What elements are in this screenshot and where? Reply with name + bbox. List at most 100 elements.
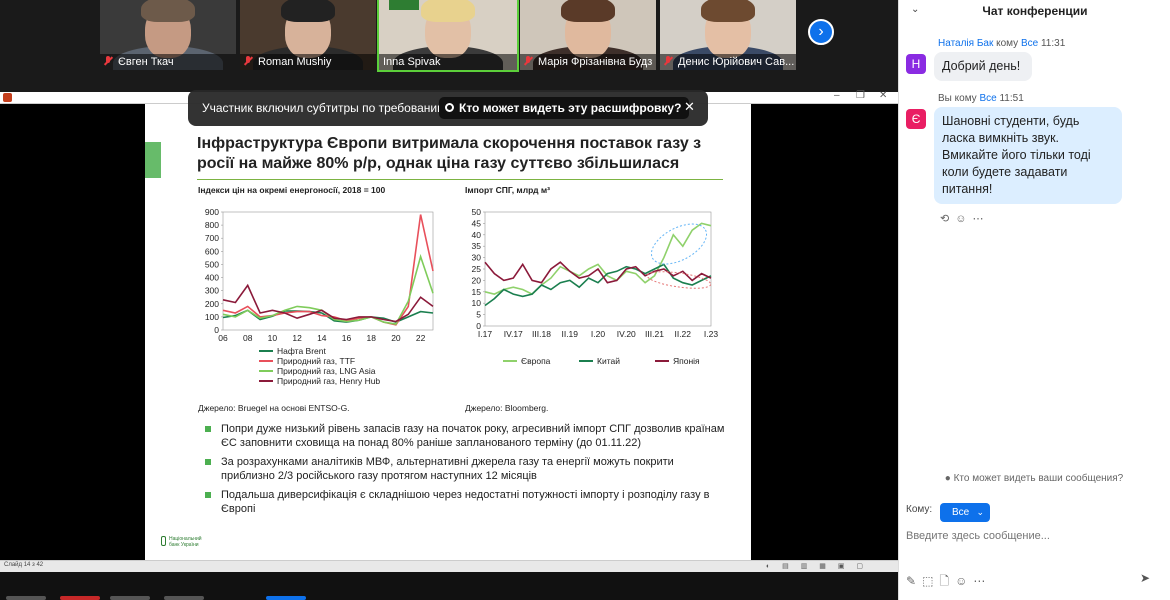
slide-counter: Слайд 14 з 42 <box>4 562 44 568</box>
logo-line: банк України <box>169 542 199 548</box>
taskbar-item[interactable] <box>164 596 204 600</box>
right-chart-source: Джерело: Bloomberg. <box>465 403 549 413</box>
legend-label: Природний газ, TTF <box>277 356 355 366</box>
y-tick-label: 600 <box>205 246 219 256</box>
video-tile-1[interactable]: Євген Ткач <box>100 0 236 70</box>
participant-name: Roman Mushiy <box>258 56 332 68</box>
avatar: Н <box>906 54 926 74</box>
captions-notification-text: Участник включил субтитры по требованию <box>202 101 447 115</box>
x-tick-label: 20 <box>391 333 401 343</box>
chat-header: ⌄ Чат конференции <box>899 0 1170 22</box>
emoji-icon[interactable]: ☺ <box>955 574 973 588</box>
powerpoint-icon <box>3 93 12 102</box>
legend-label: Природний газ, Henry Hub <box>277 376 380 386</box>
message-bubble: Добрий день! <box>934 52 1032 81</box>
y-tick-label: 45 <box>472 218 482 228</box>
reply-icon[interactable]: ⟲ <box>940 213 955 225</box>
y-tick-label: 700 <box>205 233 219 243</box>
message-bubble: Шановні студенти, будь ласка вимкніть зв… <box>934 107 1122 204</box>
x-tick-label: 08 <box>243 333 253 343</box>
sender-name: Вы <box>938 93 952 104</box>
x-tick-label: 16 <box>342 333 352 343</box>
legend-label: Природний газ, LNG Asia <box>277 366 376 376</box>
y-tick-label: 200 <box>205 299 219 309</box>
legend-label: Японія <box>673 356 700 366</box>
y-tick-label: 5 <box>476 310 481 320</box>
x-tick-label: 10 <box>268 333 278 343</box>
gallery-next-page-button[interactable]: › <box>808 19 834 45</box>
avatar-letter: Є <box>911 112 921 126</box>
x-tick-label: 22 <box>416 333 426 343</box>
chat-message-input[interactable] <box>906 530 1156 542</box>
taskbar-item[interactable] <box>266 596 306 600</box>
send-icon[interactable]: ➤ <box>1140 571 1150 585</box>
format-icon[interactable]: ✎ <box>906 574 922 588</box>
right-chart-title: Імпорт СПГ, млрд м³ <box>465 185 550 195</box>
participant-name: Марія Фрізанівна Будз <box>538 56 653 68</box>
who-can-see-messages[interactable]: ● Кто может видеть ваши сообщения? <box>898 473 1170 484</box>
video-tile-2[interactable]: Roman Mushiy <box>240 0 376 70</box>
slide: Інфраструктура Європи витримала скорочен… <box>145 104 751 560</box>
close-window-icon[interactable]: ✕ <box>879 90 887 101</box>
y-tick-label: 300 <box>205 286 219 296</box>
participant-name: Inna Spivak <box>383 56 441 68</box>
y-tick-label: 15 <box>472 287 482 297</box>
message-time: 11:51 <box>999 93 1024 104</box>
x-tick-label: II.22 <box>674 329 691 339</box>
to-label: Кому: <box>906 504 933 515</box>
recipient[interactable]: Все <box>979 93 996 104</box>
x-tick-label: II.19 <box>561 329 578 339</box>
y-tick-label: 20 <box>472 275 482 285</box>
chat-panel: ⌄ Чат конференции <box>898 0 1170 600</box>
who-can-see-transcript-button[interactable]: Кто может видеть эту расшифровку? <box>439 97 690 119</box>
y-tick-label: 800 <box>205 220 219 230</box>
sender-name[interactable]: Наталія Бак <box>938 38 993 49</box>
person-icon: ● <box>944 473 951 484</box>
legend-label: Нафта Brent <box>277 346 327 356</box>
x-tick-label: I.20 <box>591 329 605 339</box>
minimize-icon[interactable]: – <box>834 90 840 101</box>
participant-name: Євген Ткач <box>118 56 174 68</box>
chevron-right-icon: › <box>818 23 824 40</box>
view-mode-icons[interactable]: ◐ ▤ ▥ ▦ ▣ ▢ <box>766 562 868 570</box>
slide-stage: Інфраструктура Європи витримала скорочен… <box>0 104 898 560</box>
bullet-item: Попри дуже низький рівень запасів газу н… <box>205 422 725 450</box>
y-tick-label: 40 <box>472 230 482 240</box>
video-tile-4[interactable]: Марія Фрізанівна Будз <box>520 0 656 70</box>
slide-title: Інфраструктура Європи витримала скорочен… <box>197 135 702 172</box>
x-tick-label: III.18 <box>532 329 551 339</box>
restore-icon[interactable]: ❐ <box>856 90 865 101</box>
taskbar-item[interactable] <box>60 596 100 600</box>
message-meta: Наталія Бак кому Все 11:31 <box>938 38 1065 49</box>
x-tick-label: III.21 <box>645 329 664 339</box>
recipient-value: Все <box>952 507 970 518</box>
x-tick-label: 18 <box>367 333 377 343</box>
mic-muted-icon <box>664 56 672 66</box>
file-icon[interactable]: 🗋 <box>939 574 955 588</box>
video-tile-3-active-speaker[interactable]: Inna Spivak <box>377 0 519 72</box>
close-icon[interactable]: ✕ <box>684 99 695 115</box>
bullet-item: За розрахунками аналітиків МВФ, альтерна… <box>205 455 725 483</box>
x-tick-label: I.23 <box>704 329 718 339</box>
more-icon[interactable]: ⋯ <box>972 213 989 225</box>
recipient-dropdown[interactable]: Все ⌄ <box>940 503 990 522</box>
x-tick-label: 12 <box>292 333 302 343</box>
more-icon[interactable]: ⋯ <box>973 574 991 588</box>
legend-label: Китай <box>597 356 620 366</box>
taskbar-item[interactable] <box>6 596 46 600</box>
x-tick-label: 14 <box>317 333 327 343</box>
series-line-2 <box>222 214 434 326</box>
video-tile-5[interactable]: Денис Юрійович Сав... <box>660 0 796 70</box>
screenshot-icon[interactable]: ⬚ <box>922 574 939 588</box>
person-icon <box>445 103 454 112</box>
bullet-item: Подальша диверсифікація є складнішою чер… <box>205 488 725 516</box>
x-tick-label: IV.17 <box>504 329 523 339</box>
to-word: кому <box>996 38 1019 49</box>
recipient[interactable]: Все <box>1021 38 1038 49</box>
taskbar-item[interactable] <box>110 596 150 600</box>
message-meta: Вы кому Все 11:51 <box>938 93 1024 104</box>
x-tick-label: I.17 <box>478 329 492 339</box>
emoji-icon[interactable]: ☺ <box>955 213 972 225</box>
slide-accent-bar <box>145 142 161 178</box>
mic-muted-icon <box>524 56 532 66</box>
